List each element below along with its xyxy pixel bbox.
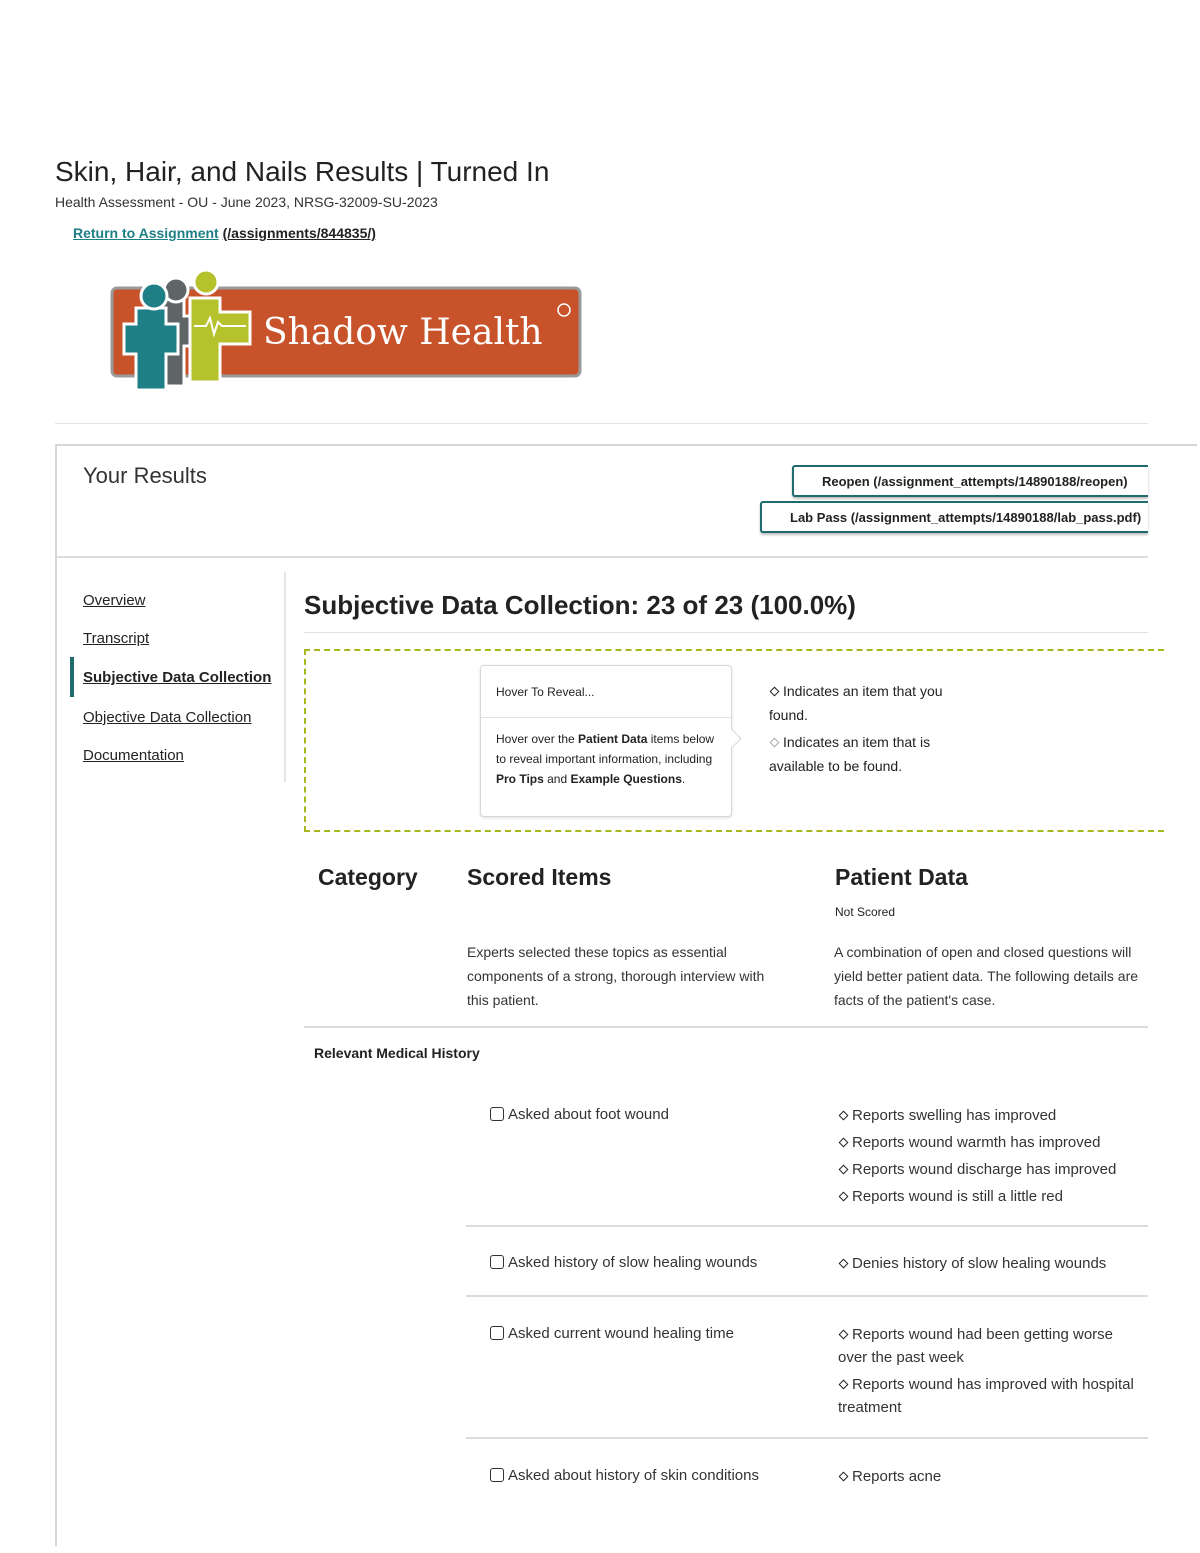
logo-wordmark: Shadow Health xyxy=(263,312,543,353)
patient-data-item[interactable]: Denies history of slow healing wounds xyxy=(838,1252,1148,1275)
diamond-icon xyxy=(838,1379,849,1389)
patient-data-list: Reports swelling has improved Reports wo… xyxy=(838,1104,1148,1212)
diamond-icon xyxy=(838,1110,849,1120)
category-label: Relevant Medical History xyxy=(314,1045,480,1061)
patient-data-item[interactable]: Reports wound is still a little red xyxy=(838,1185,1148,1208)
nav-active-indicator xyxy=(70,657,74,697)
course-subtitle: Health Assessment - OU - June 2023, NRSG… xyxy=(55,194,438,210)
hover-card-title: Hover To Reveal... xyxy=(496,685,595,699)
patient-data-list: Reports wound had been getting worse ove… xyxy=(838,1323,1138,1423)
checkbox-icon xyxy=(490,1107,504,1121)
shadow-health-logo-graphic: Shadow Health xyxy=(110,268,582,392)
column-scored-items: Scored Items xyxy=(467,864,612,890)
reopen-button[interactable]: Reopen (/assignment_attempts/14890188/re… xyxy=(792,465,1148,497)
scored-item: Asked about foot wound xyxy=(490,1106,669,1123)
scored-item: Asked current wound healing time xyxy=(490,1325,734,1342)
scored-items-description: Experts selected these topics as essenti… xyxy=(467,944,765,1008)
diamond-icon xyxy=(838,1137,849,1147)
divider xyxy=(55,423,1148,424)
scored-item: Asked history of slow healing wounds xyxy=(490,1254,757,1271)
panel-divider xyxy=(57,556,1148,558)
nav-overview[interactable]: Overview xyxy=(83,592,146,609)
checkbox-icon xyxy=(490,1255,504,1269)
column-category: Category xyxy=(318,864,418,890)
page-title: Skin, Hair, and Nails Results | Turned I… xyxy=(55,156,550,187)
your-results-heading: Your Results xyxy=(83,463,207,488)
diamond-icon xyxy=(838,1164,849,1174)
hover-to-reveal-card: Hover To Reveal... Hover over the Patien… xyxy=(480,665,742,817)
return-link-path: (/assignments/844835/) xyxy=(222,225,376,241)
nav-documentation[interactable]: Documentation xyxy=(83,747,184,764)
nav-subjective-data-collection[interactable]: Subjective Data Collection xyxy=(83,669,271,686)
shadow-health-logo: Shadow Health xyxy=(108,268,584,396)
hover-card-body: Hover over the Patient Data items below … xyxy=(496,732,715,786)
not-scored-label: Not Scored xyxy=(835,905,896,919)
checkbox-icon xyxy=(490,1468,504,1482)
patient-data-item[interactable]: Reports wound had been getting worse ove… xyxy=(838,1323,1138,1369)
nav-divider xyxy=(284,572,286,782)
diamond-icon xyxy=(838,1191,849,1201)
section-divider xyxy=(304,632,1148,633)
legend-available: Indicates an item that is available to b… xyxy=(769,734,931,774)
diamond-icon xyxy=(838,1258,849,1268)
patient-data-list: Reports acne xyxy=(838,1465,1148,1492)
checkbox-icon xyxy=(490,1326,504,1340)
column-patient-data: Patient Data xyxy=(835,864,968,890)
patient-data-item[interactable]: Reports swelling has improved xyxy=(838,1104,1148,1127)
row-divider xyxy=(466,1225,1148,1227)
nav-objective-data-collection[interactable]: Objective Data Collection xyxy=(83,709,251,726)
nav-transcript[interactable]: Transcript xyxy=(83,630,149,647)
diamond-icon xyxy=(838,1471,849,1481)
return-to-assignment[interactable]: Return to Assignment (/assignments/84483… xyxy=(73,225,376,241)
legend-found: Indicates an item that you found. xyxy=(769,683,943,723)
patient-data-item[interactable]: Reports wound warmth has improved xyxy=(838,1131,1148,1154)
diamond-outline-icon xyxy=(769,737,780,748)
row-divider xyxy=(466,1295,1148,1297)
patient-data-item[interactable]: Reports wound has improved with hospital… xyxy=(838,1373,1138,1419)
patient-data-list: Denies history of slow healing wounds xyxy=(838,1252,1148,1279)
category-divider xyxy=(304,1026,1148,1028)
lab-pass-button[interactable]: Lab Pass (/assignment_attempts/14890188/… xyxy=(760,501,1148,533)
scored-item: Asked about history of skin conditions xyxy=(490,1467,759,1484)
hover-card-divider xyxy=(481,717,731,718)
diamond-icon xyxy=(769,686,780,697)
patient-data-description: A combination of open and closed questio… xyxy=(834,944,1139,1008)
row-divider xyxy=(466,1437,1148,1439)
patient-data-item[interactable]: Reports acne xyxy=(838,1465,1148,1488)
return-to-assignment-link[interactable]: Return to Assignment xyxy=(73,225,219,241)
section-title: Subjective Data Collection: 23 of 23 (10… xyxy=(304,590,856,620)
patient-data-item[interactable]: Reports wound discharge has improved xyxy=(838,1158,1148,1181)
diamond-icon xyxy=(838,1329,849,1339)
